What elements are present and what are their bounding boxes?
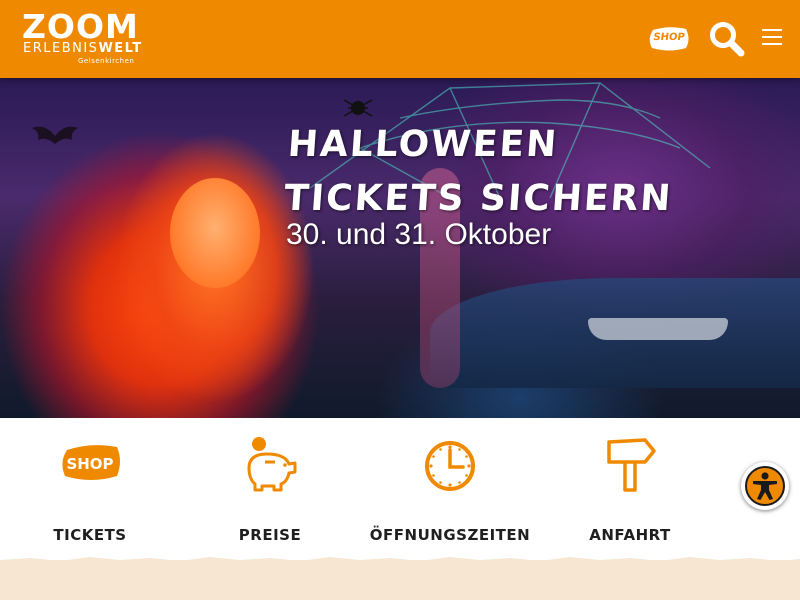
shop-badge-text: SHOP (66, 455, 113, 473)
search-icon (710, 22, 745, 57)
boat-image (588, 318, 728, 340)
performer-face (170, 178, 260, 288)
piggy-bank-icon (247, 437, 297, 492)
quick-link-anfahrt[interactable]: ANFAHRT (540, 432, 720, 544)
clock-icon (425, 441, 475, 491)
zoom-erlebniswelt-logo[interactable]: ZOOM ERLEBNISWELT Gelsenkirchen (22, 10, 152, 68)
search-button[interactable] (708, 20, 746, 58)
accessibility-person-icon (753, 472, 777, 500)
shop-tag-icon: SHOP (62, 445, 120, 480)
logo-sub-light: ERLEBNIS (23, 41, 99, 56)
hamburger-menu-icon (762, 29, 782, 31)
quick-link-label: ÖFFNUNGSZEITEN (369, 526, 531, 544)
site-header: ZOOM ERLEBNISWELT Gelsenkirchen SHOP (0, 0, 800, 78)
logo-subline: ERLEBNISWELT (23, 42, 143, 56)
accessibility-button[interactable] (741, 462, 789, 510)
bat-icon (32, 126, 78, 144)
logo-wordmark: ZOOM (22, 7, 139, 46)
quick-link-tickets[interactable]: SHOP TICKETS (0, 432, 180, 544)
shop-button[interactable]: SHOP (648, 26, 690, 52)
quick-links: SHOP TICKETS PREISE ÖFFNUNGSZEITEN ANFAH… (0, 418, 800, 560)
logo-sub-bold: WELT (98, 41, 143, 56)
quick-link-label: PREISE (238, 526, 302, 544)
hero-subtitle: 30. und 31. Oktober (286, 218, 552, 251)
menu-button[interactable] (760, 29, 784, 49)
shop-button-label: SHOP (652, 32, 686, 43)
content-background (0, 560, 800, 600)
hero-title: HALLOWEEN TICKETS SICHERN (282, 124, 674, 219)
hero-banner[interactable]: HALLOWEEN TICKETS SICHERN 30. und 31. Ok… (0, 78, 800, 418)
quick-link-oeffnungszeiten[interactable]: ÖFFNUNGSZEITEN (360, 432, 540, 544)
logo-city: Gelsenkirchen (78, 57, 135, 65)
quick-link-preise[interactable]: PREISE (180, 432, 360, 544)
quick-link-label: TICKETS (53, 526, 127, 544)
signpost-icon (607, 438, 656, 492)
quick-link-label: ANFAHRT (589, 526, 671, 544)
